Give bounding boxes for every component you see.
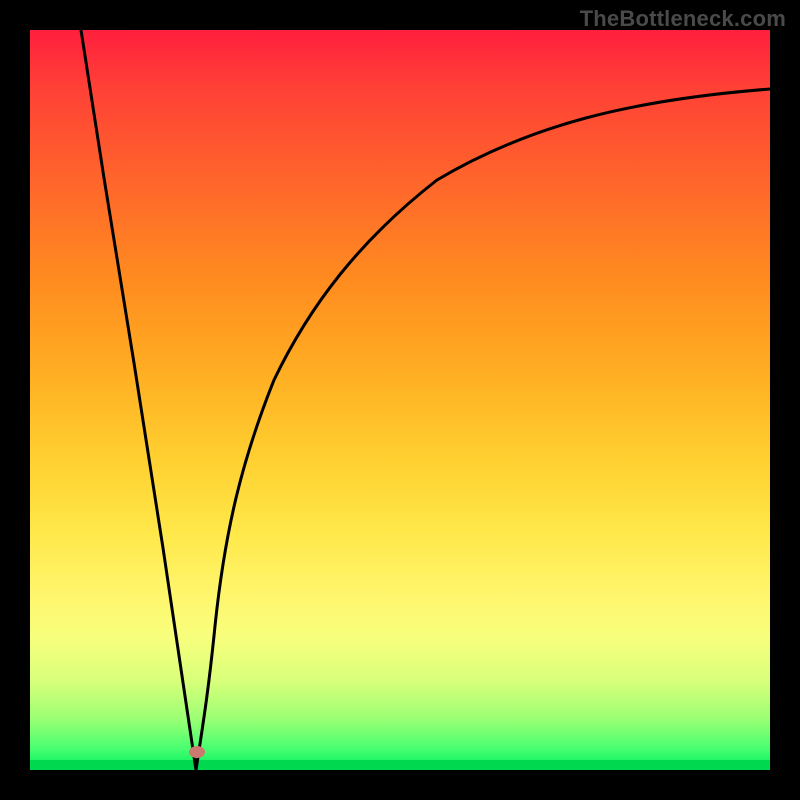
bottleneck-curve-right: [196, 89, 770, 770]
chart-frame: TheBottleneck.com: [0, 0, 800, 800]
curve-svg: [30, 30, 770, 770]
bottleneck-curve-left: [81, 30, 196, 770]
plot-area: [30, 30, 770, 770]
optimal-point-marker: [189, 746, 205, 758]
watermark-text: TheBottleneck.com: [580, 6, 786, 32]
